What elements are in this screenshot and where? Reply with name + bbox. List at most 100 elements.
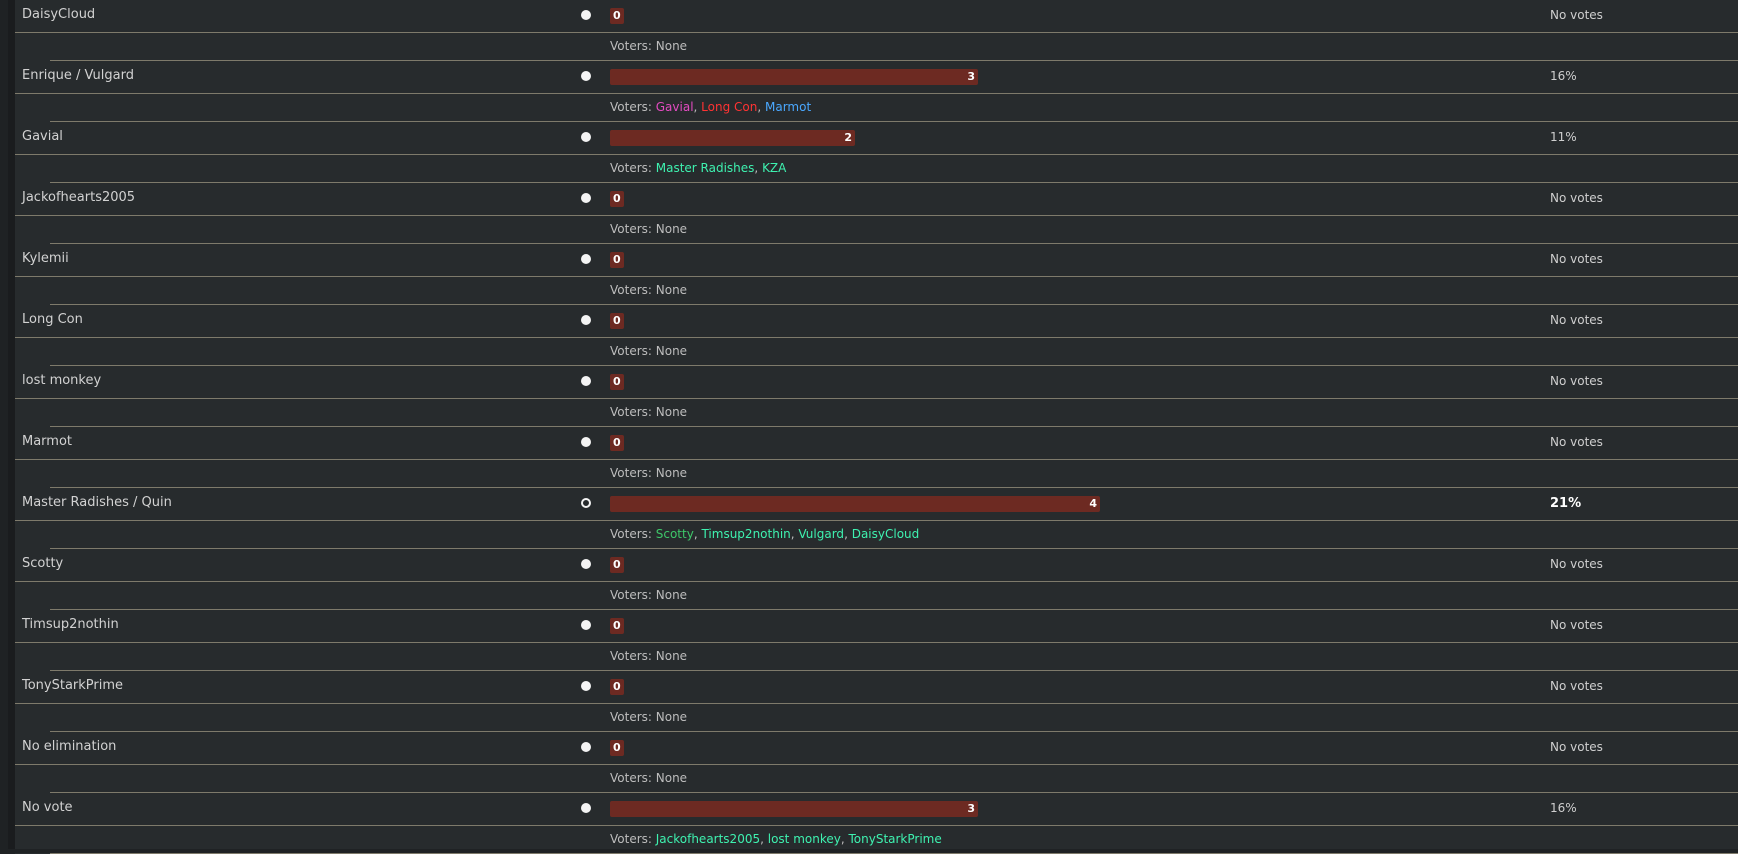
poll-option-12: No elimination 0 No votes Voters: None <box>15 732 1738 793</box>
voters-row: Voters: None <box>15 277 1738 305</box>
vote-percentage: 21% <box>1550 496 1582 511</box>
voters-none: None <box>655 222 688 236</box>
vote-count: 2 <box>844 131 852 144</box>
vote-percentage: 16% <box>1550 801 1577 815</box>
poll-option-name: Timsup2nothin <box>22 617 119 632</box>
vote-count: 0 <box>613 680 621 693</box>
vote-count: 3 <box>967 802 975 815</box>
voters-row: Voters: None <box>15 765 1738 793</box>
poll-option-name: Kylemii <box>22 251 69 266</box>
voter-names: None <box>656 649 687 663</box>
voter-link[interactable]: Jackofhearts2005 <box>656 832 760 846</box>
voters-none: None <box>655 649 688 663</box>
vote-count: 0 <box>613 741 621 754</box>
voters-list: Voters: Jackofhearts2005, lost monkey, T… <box>610 832 942 846</box>
voters-list: Voters: Gavial, Long Con, Marmot <box>610 100 811 114</box>
voters-none: None <box>655 405 688 419</box>
radio-button[interactable] <box>581 376 591 386</box>
voters-list: Voters: None <box>610 222 687 236</box>
voters-none: None <box>655 283 688 297</box>
poll-option-row: Marmot 0 No votes <box>15 427 1738 460</box>
vote-count: 0 <box>613 619 621 632</box>
radio-button[interactable] <box>581 71 591 81</box>
voter-link[interactable]: Marmot <box>765 100 811 114</box>
voters-row: Voters: None <box>15 582 1738 610</box>
radio-button[interactable] <box>581 498 591 508</box>
poll-option-name: No elimination <box>22 739 117 754</box>
vote-count: 0 <box>613 9 621 22</box>
voters-label: Voters: <box>610 161 656 175</box>
vote-percentage: 11% <box>1550 130 1577 144</box>
voters-list: Voters: None <box>610 39 687 53</box>
poll-option-row: Jackofhearts2005 0 No votes <box>15 183 1738 216</box>
poll-option-name: Marmot <box>22 434 73 449</box>
voter-link[interactable]: Vulgard <box>798 527 844 541</box>
poll-option-10: Timsup2nothin 0 No votes Voters: None <box>15 610 1738 671</box>
voters-label: Voters: <box>610 832 656 846</box>
voter-link[interactable]: Long Con <box>701 100 757 114</box>
voters-none: None <box>655 710 688 724</box>
vote-percentage: No votes <box>1550 8 1603 22</box>
voter-link[interactable]: Gavial <box>656 100 694 114</box>
radio-button[interactable] <box>581 803 591 813</box>
voters-none: None <box>655 588 688 602</box>
radio-button[interactable] <box>581 193 591 203</box>
radio-button[interactable] <box>581 681 591 691</box>
poll-option-5: Long Con 0 No votes Voters: None <box>15 305 1738 366</box>
voter-link[interactable]: TonyStarkPrime <box>848 832 941 846</box>
vote-bar: 0 <box>610 8 624 24</box>
poll-option-13: No vote 3 16% Voters: Jackofhearts2005, … <box>15 793 1738 854</box>
voters-none: None <box>655 466 688 480</box>
voter-link[interactable]: KZA <box>762 161 786 175</box>
voters-label: Voters: <box>610 466 656 480</box>
radio-button[interactable] <box>581 10 591 20</box>
vote-count: 0 <box>613 436 621 449</box>
radio-button[interactable] <box>581 620 591 630</box>
vote-bar: 3 <box>610 69 978 85</box>
voters-label: Voters: <box>610 222 656 236</box>
poll-option-row: lost monkey 0 No votes <box>15 366 1738 399</box>
poll-option-row: Timsup2nothin 0 No votes <box>15 610 1738 643</box>
voter-link[interactable]: Scotty <box>656 527 694 541</box>
radio-button[interactable] <box>581 315 591 325</box>
voter-separator: , <box>754 161 763 175</box>
poll-option-6: lost monkey 0 No votes Voters: None <box>15 366 1738 427</box>
radio-button[interactable] <box>581 437 591 447</box>
voter-link[interactable]: lost monkey <box>768 832 841 846</box>
poll-option-name: DaisyCloud <box>22 7 96 22</box>
radio-button[interactable] <box>581 559 591 569</box>
voters-list: Voters: None <box>610 649 687 663</box>
voter-link[interactable]: Timsup2nothin <box>701 527 790 541</box>
voter-link[interactable]: Master Radishes <box>656 161 755 175</box>
vote-percentage: 16% <box>1550 69 1577 83</box>
radio-button[interactable] <box>581 132 591 142</box>
voter-names: None <box>656 344 687 358</box>
poll-option-row: No elimination 0 No votes <box>15 732 1738 765</box>
poll-option-row: Enrique / Vulgard 3 16% <box>15 61 1738 94</box>
poll-option-9: Scotty 0 No votes Voters: None <box>15 549 1738 610</box>
poll-option-name: Master Radishes / Quin <box>22 495 172 510</box>
voters-label: Voters: <box>610 527 656 541</box>
voter-names: None <box>656 466 687 480</box>
vote-count: 0 <box>613 558 621 571</box>
voters-row: Voters: None <box>15 460 1738 488</box>
poll-option-row: TonyStarkPrime 0 No votes <box>15 671 1738 704</box>
voters-label: Voters: <box>610 771 656 785</box>
voters-none: None <box>655 344 688 358</box>
voter-names: None <box>656 588 687 602</box>
radio-button[interactable] <box>581 742 591 752</box>
voters-row: Voters: Master Radishes, KZA <box>15 155 1738 183</box>
voter-link[interactable]: DaisyCloud <box>852 527 920 541</box>
voters-list: Voters: None <box>610 466 687 480</box>
poll-option-row: Kylemii 0 No votes <box>15 244 1738 277</box>
voters-label: Voters: <box>610 710 656 724</box>
poll-option-row: Master Radishes / Quin 4 21% <box>15 488 1738 521</box>
voters-label: Voters: <box>610 283 656 297</box>
voters-label: Voters: <box>610 588 656 602</box>
voters-list: Voters: None <box>610 710 687 724</box>
voters-label: Voters: <box>610 100 656 114</box>
radio-button[interactable] <box>581 254 591 264</box>
vote-percentage: No votes <box>1550 557 1603 571</box>
poll-option-name: TonyStarkPrime <box>22 678 124 693</box>
poll-option-8: Master Radishes / Quin 4 21% Voters: Sco… <box>15 488 1738 549</box>
